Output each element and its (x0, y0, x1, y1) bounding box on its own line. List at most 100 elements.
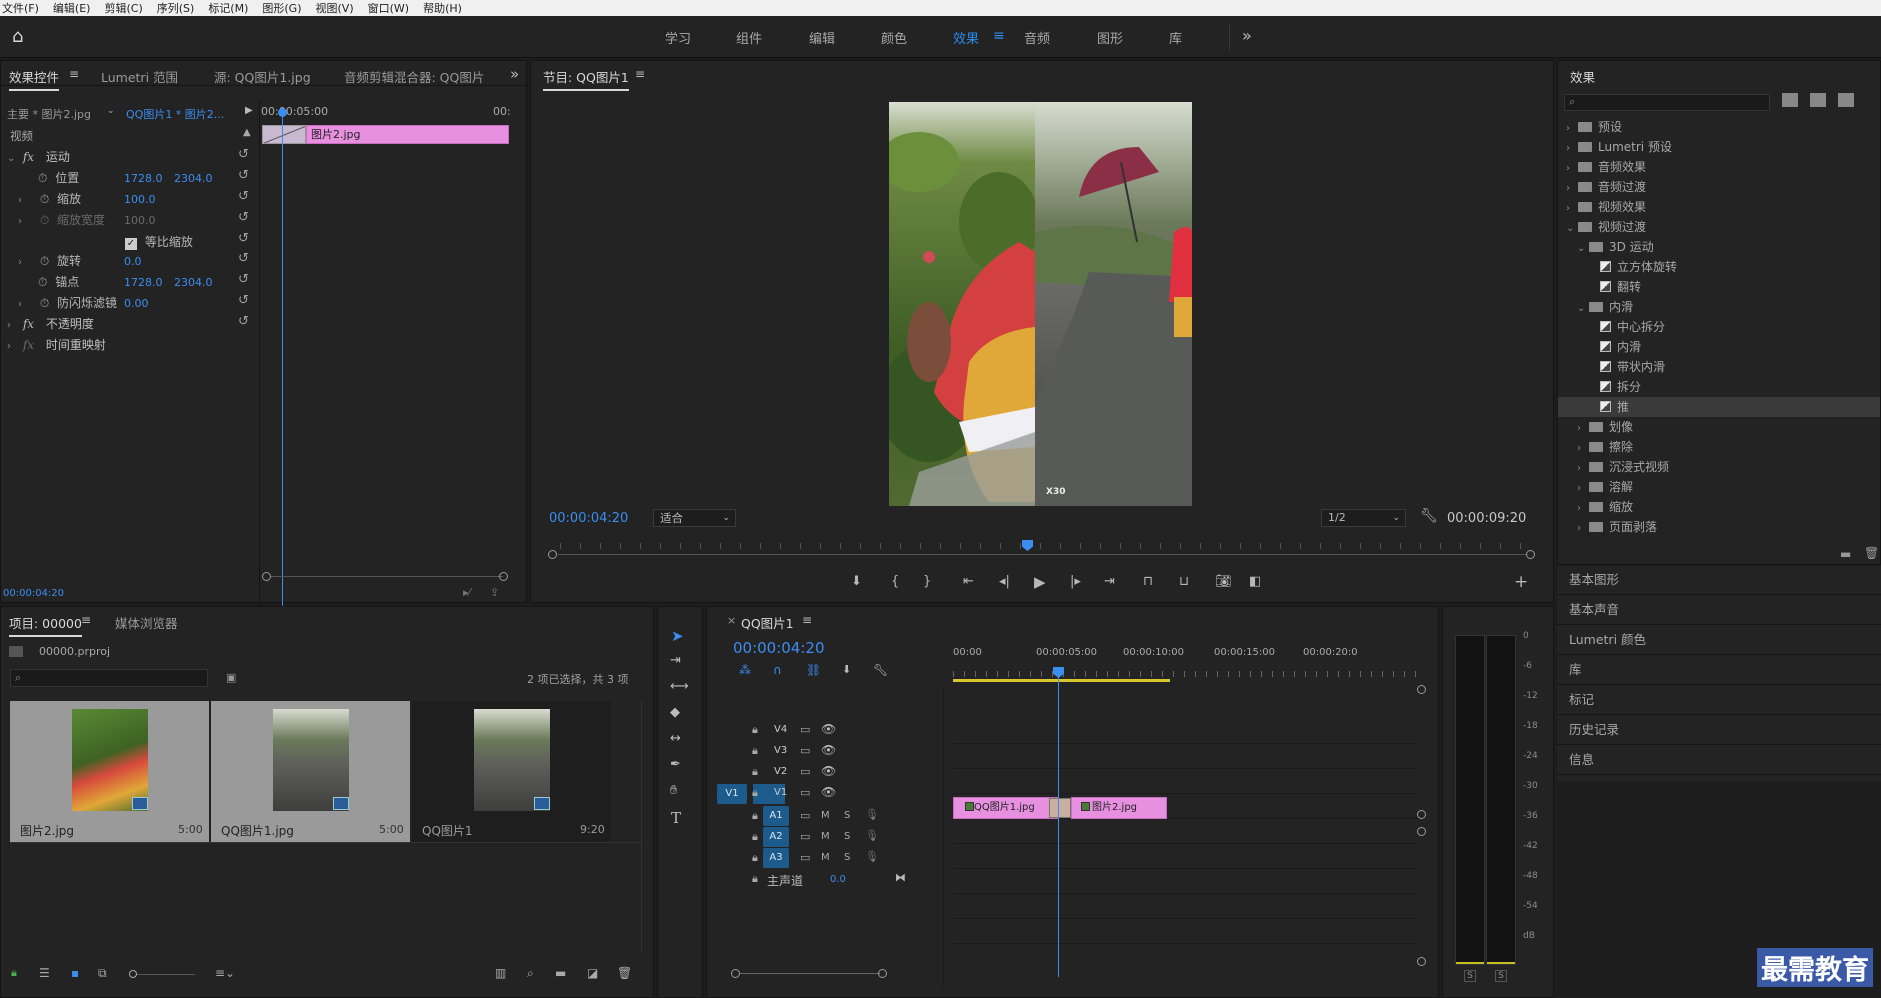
lock-icon[interactable]: 🔒︎ (752, 786, 758, 800)
motion-row[interactable]: ⌄ fx 运动 (7, 148, 70, 165)
go-to-out-icon[interactable]: ⇥ (1104, 574, 1115, 589)
chevron-right-icon[interactable]: › (1577, 419, 1589, 439)
program-video-frame[interactable]: X30 (889, 102, 1192, 506)
zoom-slider[interactable] (129, 970, 197, 978)
source-patch-v1[interactable]: V1 (717, 784, 747, 804)
snap-icon[interactable]: ∩ (773, 663, 782, 677)
reset-icon[interactable]: ↺ (238, 293, 249, 308)
effects-tree-item[interactable]: ⌄ 内滑 (1558, 297, 1880, 317)
tab-effect-controls[interactable]: 效果控件 (9, 67, 60, 91)
fit-dropdown[interactable]: 适合 ⌄ (653, 509, 736, 527)
sync-lock-icon[interactable]: ▭ (800, 786, 810, 799)
track-select-tool-icon[interactable]: ⇥ (670, 653, 681, 668)
chevron-down-icon[interactable]: ⌄ (1577, 299, 1589, 319)
current-time-display[interactable]: 00:00:04:20 (3, 588, 64, 599)
effects-tree-item[interactable]: › 音频效果 (1558, 157, 1880, 177)
yuv-effects-icon[interactable] (1838, 93, 1854, 107)
effects-tree-item[interactable]: › 缩放 (1558, 497, 1880, 517)
menu-item[interactable]: 标记(M) (208, 0, 248, 16)
razor-tool-icon[interactable]: ◆ (670, 705, 680, 720)
chevron-right-icon[interactable]: › (1566, 119, 1578, 139)
chevron-right-icon[interactable]: › (1577, 439, 1589, 459)
eye-icon[interactable]: 👁︎ (821, 722, 836, 736)
lock-icon[interactable]: 🔒︎ (752, 723, 758, 737)
h-scroll-handle[interactable] (731, 969, 740, 978)
chevron-right-icon[interactable]: › (1566, 159, 1578, 179)
project-search-box[interactable]: ⌕ (10, 669, 208, 687)
pen-tool-icon[interactable]: ✒︎ (670, 757, 681, 772)
workspace-tab[interactable]: 颜色 (881, 28, 907, 47)
effects-tree-item[interactable]: › 预设 (1558, 117, 1880, 137)
workspace-tab[interactable]: 图形 (1097, 28, 1123, 47)
more-workspaces-icon[interactable]: » (1242, 26, 1252, 45)
chevron-down-icon[interactable]: ⌄ (1577, 239, 1589, 259)
new-bin-icon[interactable]: ▬ (1840, 547, 1851, 561)
effects-tree-item[interactable]: › 视频效果 (1558, 197, 1880, 217)
tab-effects[interactable]: 效果 (1570, 67, 1595, 89)
chevron-right-icon[interactable]: › (1577, 479, 1589, 499)
effects-tree-item[interactable]: 翻转 (1558, 277, 1880, 297)
find-bin-icon[interactable]: ▣ (226, 671, 236, 684)
microphone-icon[interactable]: 🎙︎ (865, 829, 879, 842)
mute-button[interactable]: M (821, 852, 830, 863)
effects-tree-item[interactable]: › Lumetri 预设 (1558, 137, 1880, 157)
track-target[interactable]: A1 (763, 806, 789, 826)
filter-icon[interactable]: ▸⁄ (463, 586, 470, 599)
effects-tree-item[interactable]: › 划像 (1558, 417, 1880, 437)
tab-program[interactable]: 节目: QQ图片1 (543, 67, 629, 91)
add-button-icon[interactable]: + (1514, 572, 1528, 592)
mute-button[interactable]: M (821, 831, 830, 842)
menu-item[interactable]: 序列(S) (157, 0, 195, 16)
workspace-tab[interactable]: 学习 (665, 28, 691, 47)
timeline-ruler[interactable]: 00:00 00:00:05:00 00:00:10:00 00:00:15:00 00… (953, 647, 1418, 677)
menu-item[interactable]: 帮助(H) (423, 0, 462, 16)
menu-item[interactable]: 剪辑(C) (104, 0, 142, 16)
chevron-down-icon[interactable]: ⌄ (7, 153, 19, 164)
quality-dropdown[interactable]: 1/2 ⌄ (1321, 509, 1406, 527)
mark-in-icon[interactable]: { (891, 574, 899, 589)
trash-icon[interactable]: 🗑︎ (617, 966, 632, 980)
accelerated-effects-icon[interactable] (1782, 93, 1798, 107)
type-tool-icon[interactable]: T (671, 809, 681, 827)
sync-lock-icon[interactable]: ▭ (800, 809, 810, 822)
mute-button[interactable]: M (821, 810, 830, 821)
more-tabs-icon[interactable]: » (510, 65, 519, 83)
workspace-menu-icon[interactable]: ≡ (993, 28, 1005, 44)
sort-icon[interactable]: ≡⌄ (215, 966, 235, 980)
effects-tree-item[interactable]: 立方体旋转 (1558, 257, 1880, 277)
menu-item[interactable]: 文件(F) (2, 0, 39, 16)
program-timecode[interactable]: 00:00:04:20 (549, 511, 628, 526)
program-scrubber[interactable] (548, 548, 1536, 562)
mini-timeline-ruler[interactable]: 00:00:05:00 00: (261, 99, 511, 121)
insert-overwrite-icon[interactable]: ⁂ (739, 663, 751, 677)
go-to-master-icon[interactable]: ⧓ (895, 871, 906, 884)
effects-tree-item[interactable]: ⌄ 3D 运动 (1558, 237, 1880, 257)
workspace-tab[interactable]: 音频 (1024, 28, 1050, 47)
tab-sequence[interactable]: QQ图片1 (741, 613, 794, 635)
menu-item[interactable]: 窗口(W) (368, 0, 409, 16)
effects-tree-item[interactable]: 带状内滑 (1558, 357, 1880, 377)
lock-icon[interactable]: 🔒︎ (752, 872, 758, 886)
list-view-icon[interactable]: ☰ (39, 966, 50, 980)
reset-icon[interactable]: ↺ (238, 210, 249, 225)
effects-tree-item[interactable]: 内滑 (1558, 337, 1880, 357)
lock-icon[interactable]: 🔒︎ (752, 744, 758, 758)
add-marker-icon[interactable]: ⬇︎ (851, 574, 862, 589)
tab-audio-mixer[interactable]: 音频剪辑混合器: QQ图片 (344, 67, 484, 86)
microphone-icon[interactable]: 🎙︎ (865, 850, 879, 863)
automate-to-sequence-icon[interactable]: ▥ (495, 966, 506, 980)
ripple-edit-tool-icon[interactable]: ⟷ (670, 679, 689, 694)
eye-icon[interactable]: 👁︎ (821, 743, 836, 757)
workspace-tab[interactable]: 编辑 (809, 28, 835, 47)
tab-project[interactable]: 项目: 00000 (9, 613, 82, 637)
scroll-up-icon[interactable]: ▲ (243, 127, 251, 138)
new-item-icon[interactable]: ◪ (587, 966, 598, 980)
lock-icon[interactable]: 🔒︎ (11, 966, 17, 980)
h-scroll-handle[interactable] (878, 969, 887, 978)
position-x-value[interactable]: 1728.0 (124, 172, 163, 185)
solo-button[interactable]: S (844, 810, 850, 821)
comparison-view-icon[interactable]: ◧ (1249, 574, 1261, 589)
dropdown-arrow-icon[interactable]: ⌄ (107, 106, 115, 116)
chevron-right-icon[interactable]: › (1577, 459, 1589, 479)
lift-icon[interactable]: ⊓ (1143, 574, 1153, 589)
